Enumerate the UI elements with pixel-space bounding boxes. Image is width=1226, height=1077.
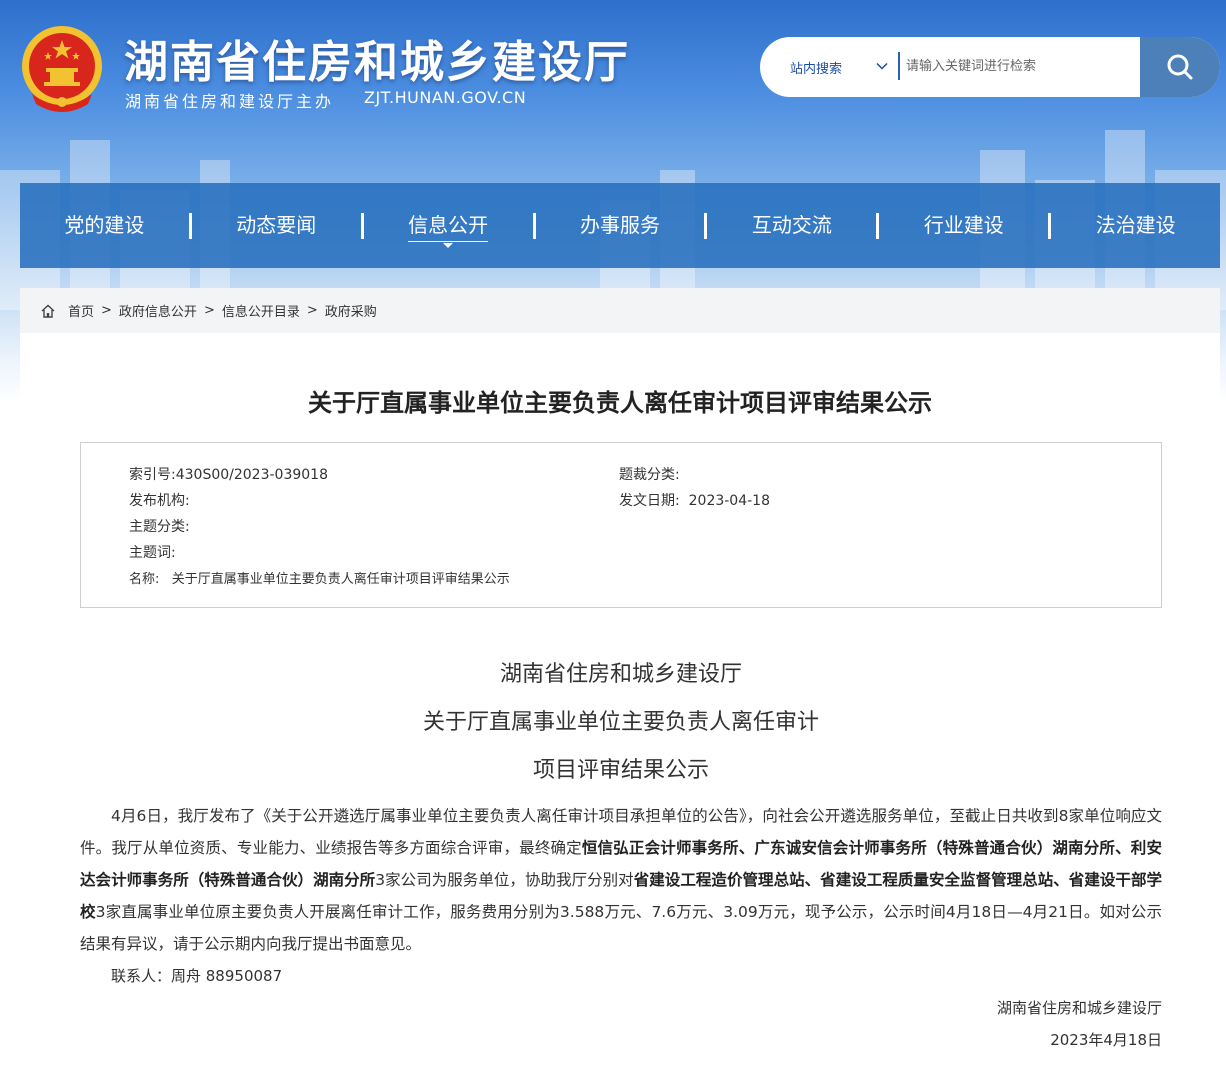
meta-genre-label: 题裁分类: <box>619 467 680 483</box>
site-domain: ZJT.HUNAN.GOV.CN <box>364 88 527 107</box>
meta-index: 索引号:430S00/2023-039018 <box>129 464 328 484</box>
nav-item-info-disclosure[interactable]: 信息公开 <box>364 183 533 268</box>
meta-date: 发文日期: 2023-04-18 <box>619 490 770 510</box>
meta-topic-label: 主题分类: <box>129 519 190 535</box>
breadcrumb-separator: > <box>101 303 112 318</box>
meta-genre: 题裁分类: <box>619 464 680 484</box>
breadcrumb-gov-info[interactable]: 政府信息公开 <box>119 301 197 320</box>
breadcrumb: 首页 > 政府信息公开 > 信息公开目录 > 政府采购 <box>20 288 1220 333</box>
meta-date-label: 发文日期: <box>619 493 680 509</box>
breadcrumb-procurement[interactable]: 政府采购 <box>325 301 377 320</box>
breadcrumb-separator: > <box>306 303 318 318</box>
chevron-down-icon <box>876 62 888 70</box>
national-emblem-icon <box>22 26 102 112</box>
article-paragraph: 4月6日，我厅发布了《关于公开遴选厅属事业单位主要负责人离任审计项目承担单位的公… <box>80 800 1162 960</box>
meta-name-label: 名称: <box>129 572 160 587</box>
article-signature-org: 湖南省住房和城乡建设厅 <box>996 999 1162 1017</box>
nav-label: 党的建设 <box>64 213 145 237</box>
article-heading-line: 项目评审结果公示 <box>532 758 709 783</box>
site-title[interactable]: 湖南省住房和城乡建设厅 <box>124 26 630 90</box>
search-scope-label: 站内搜索 <box>790 61 843 77</box>
nav-label: 行业建设 <box>923 213 1004 237</box>
nav-label: 办事服务 <box>580 213 660 237</box>
meta-keywords-label: 主题词: <box>129 545 176 561</box>
meta-keywords: 主题词: <box>129 542 176 562</box>
nav-label: 动态要闻 <box>236 213 317 237</box>
meta-publisher: 发布机构: <box>129 490 190 510</box>
article-heading-line: 关于厅直属事业单位主要负责人离任审计 <box>422 710 819 735</box>
meta-publisher-label: 发布机构: <box>129 493 190 509</box>
search-input[interactable] <box>906 51 1136 81</box>
search-divider <box>898 52 900 80</box>
page-title: 关于厅直属事业单位主要负责人离任审计项目评审结果公示 <box>308 389 932 417</box>
home-icon[interactable] <box>40 303 56 319</box>
paragraph-text: 3家直属事业单位原主要负责人开展离任审计工作，服务费用分别为3.588万元、7.… <box>80 903 1162 953</box>
nav-item-industry[interactable]: 行业建设 <box>879 183 1048 268</box>
article-signature-date: 2023年4月18日 <box>1050 1031 1162 1049</box>
meta-topic: 主题分类: <box>129 516 190 536</box>
nav-label: 信息公开 <box>408 213 489 242</box>
breadcrumb-home[interactable]: 首页 <box>68 301 94 320</box>
meta-index-label: 索引号: <box>129 467 176 483</box>
nav-label: 法治建设 <box>1095 213 1176 237</box>
breadcrumb-catalog[interactable]: 信息公开目录 <box>222 301 300 320</box>
metadata-box: 索引号:430S00/2023-039018 题裁分类: 发布机构: 发文日期:… <box>80 442 1162 608</box>
main-nav: 党的建设 动态要闻 信息公开 办事服务 互动交流 行业建设 法治建设 <box>20 183 1220 268</box>
article-body: 湖南省住房和城乡建设厅 关于厅直属事业单位主要负责人离任审计 项目评审结果公示 … <box>80 651 1162 1056</box>
search-bar: 站内搜索 <box>760 37 1220 97</box>
nav-label: 互动交流 <box>751 213 832 237</box>
nav-item-services[interactable]: 办事服务 <box>536 183 705 268</box>
article-heading-line: 湖南省住房和城乡建设厅 <box>499 662 742 687</box>
breadcrumb-separator: > <box>203 303 215 318</box>
nav-item-interaction[interactable]: 互动交流 <box>707 183 876 268</box>
search-scope-select[interactable]: 站内搜索 <box>760 37 900 97</box>
search-button[interactable] <box>1140 37 1220 97</box>
search-icon <box>1167 54 1193 80</box>
site-subtitle: 湖南省住房和建设厅主办 <box>125 92 335 111</box>
meta-index-value: 430S00/2023-039018 <box>175 467 328 483</box>
main-content: 关于厅直属事业单位主要负责人离任审计项目评审结果公示 索引号:430S00/20… <box>20 333 1220 1077</box>
paragraph-text: 3家公司为服务单位，协助我厅分别对 <box>375 871 634 889</box>
meta-date-value: 2023-04-18 <box>688 493 770 509</box>
nav-item-news[interactable]: 动态要闻 <box>192 183 361 268</box>
meta-name-value: 关于厅直属事业单位主要负责人离任审计项目评审结果公示 <box>171 572 510 587</box>
nav-item-rule-of-law[interactable]: 法治建设 <box>1051 183 1220 268</box>
nav-item-party-building[interactable]: 党的建设 <box>20 183 189 268</box>
article-contact: 联系人：周舟 88950087 <box>111 967 283 985</box>
meta-name: 名称: 关于厅直属事业单位主要负责人离任审计项目评审结果公示 <box>129 568 510 587</box>
